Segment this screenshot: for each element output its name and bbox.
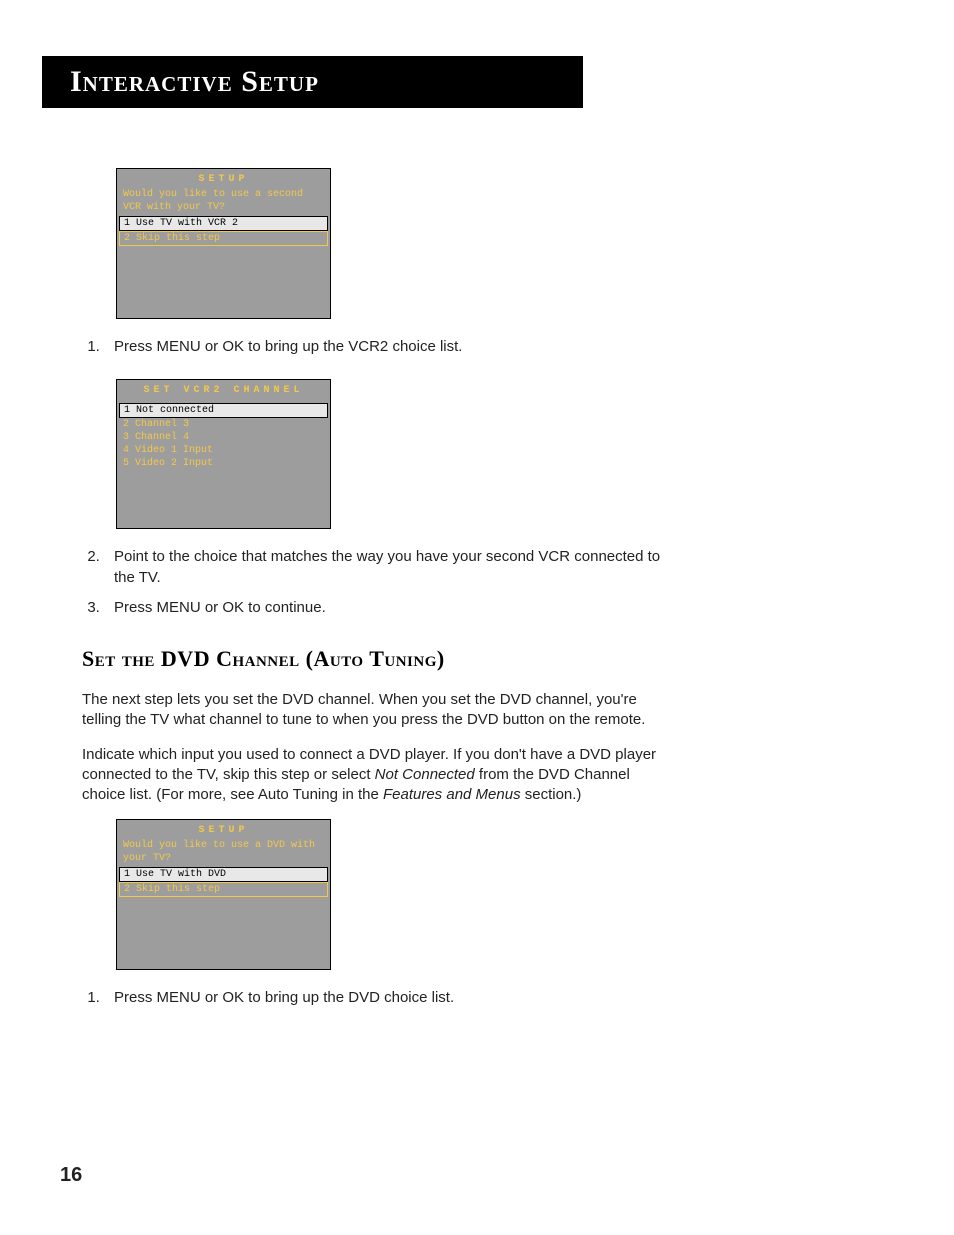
italic-text: Features and Menus xyxy=(383,786,521,803)
osd-padding xyxy=(117,246,330,318)
osd-setup-vcr2: SETUP Would you like to use a second VCR… xyxy=(116,168,331,319)
osd-option-selected: 1 Use TV with DVD xyxy=(119,867,328,882)
page-content: SETUP Would you like to use a second VCR… xyxy=(82,108,672,1009)
body-paragraph: The next step lets you set the DVD chann… xyxy=(82,690,672,731)
instruction-step: Press MENU or OK to continue. xyxy=(104,598,672,618)
text-run: section.) xyxy=(521,786,582,803)
osd-set-vcr2-channel: SET VCR2 CHANNEL 1 Not connected 2 Chann… xyxy=(116,379,331,529)
osd-option: 3 Channel 4 xyxy=(117,431,330,444)
osd-prompt: Would you like to use a second VCR with … xyxy=(117,188,330,216)
chapter-header: Interactive Setup xyxy=(42,56,583,108)
osd-padding xyxy=(117,470,330,528)
osd-option: 2 Skip this step xyxy=(119,882,328,897)
instruction-list: Press MENU or OK to bring up the DVD cho… xyxy=(82,988,672,1008)
osd-title: SETUP xyxy=(117,169,330,188)
osd-title: SETUP xyxy=(117,820,330,839)
instruction-list: Press MENU or OK to bring up the VCR2 ch… xyxy=(82,337,672,357)
italic-text: Not Connected xyxy=(375,766,475,783)
instruction-step: Point to the choice that matches the way… xyxy=(104,547,672,588)
osd-title: SET VCR2 CHANNEL xyxy=(117,380,330,399)
osd-option: 2 Channel 3 xyxy=(117,418,330,431)
instruction-step: Press MENU or OK to bring up the VCR2 ch… xyxy=(104,337,672,357)
osd-padding xyxy=(117,897,330,969)
chapter-title: Interactive Setup xyxy=(70,65,319,99)
body-paragraph: Indicate which input you used to connect… xyxy=(82,745,672,806)
osd-option-selected: 1 Use TV with VCR 2 xyxy=(119,216,328,231)
page: Interactive Setup SETUP Would you like t… xyxy=(0,0,954,1235)
instruction-step: Press MENU or OK to bring up the DVD cho… xyxy=(104,988,672,1008)
osd-prompt: Would you like to use a DVD with your TV… xyxy=(117,839,330,867)
osd-option: 5 Video 2 Input xyxy=(117,457,330,470)
osd-option: 4 Video 1 Input xyxy=(117,444,330,457)
osd-option: 2 Skip this step xyxy=(119,231,328,246)
instruction-list: Point to the choice that matches the way… xyxy=(82,547,672,618)
section-heading: Set the DVD Channel (Auto Tuning) xyxy=(82,646,672,672)
page-number: 16 xyxy=(60,1164,82,1187)
osd-option-selected: 1 Not connected xyxy=(119,403,328,418)
osd-setup-dvd: SETUP Would you like to use a DVD with y… xyxy=(116,819,331,970)
